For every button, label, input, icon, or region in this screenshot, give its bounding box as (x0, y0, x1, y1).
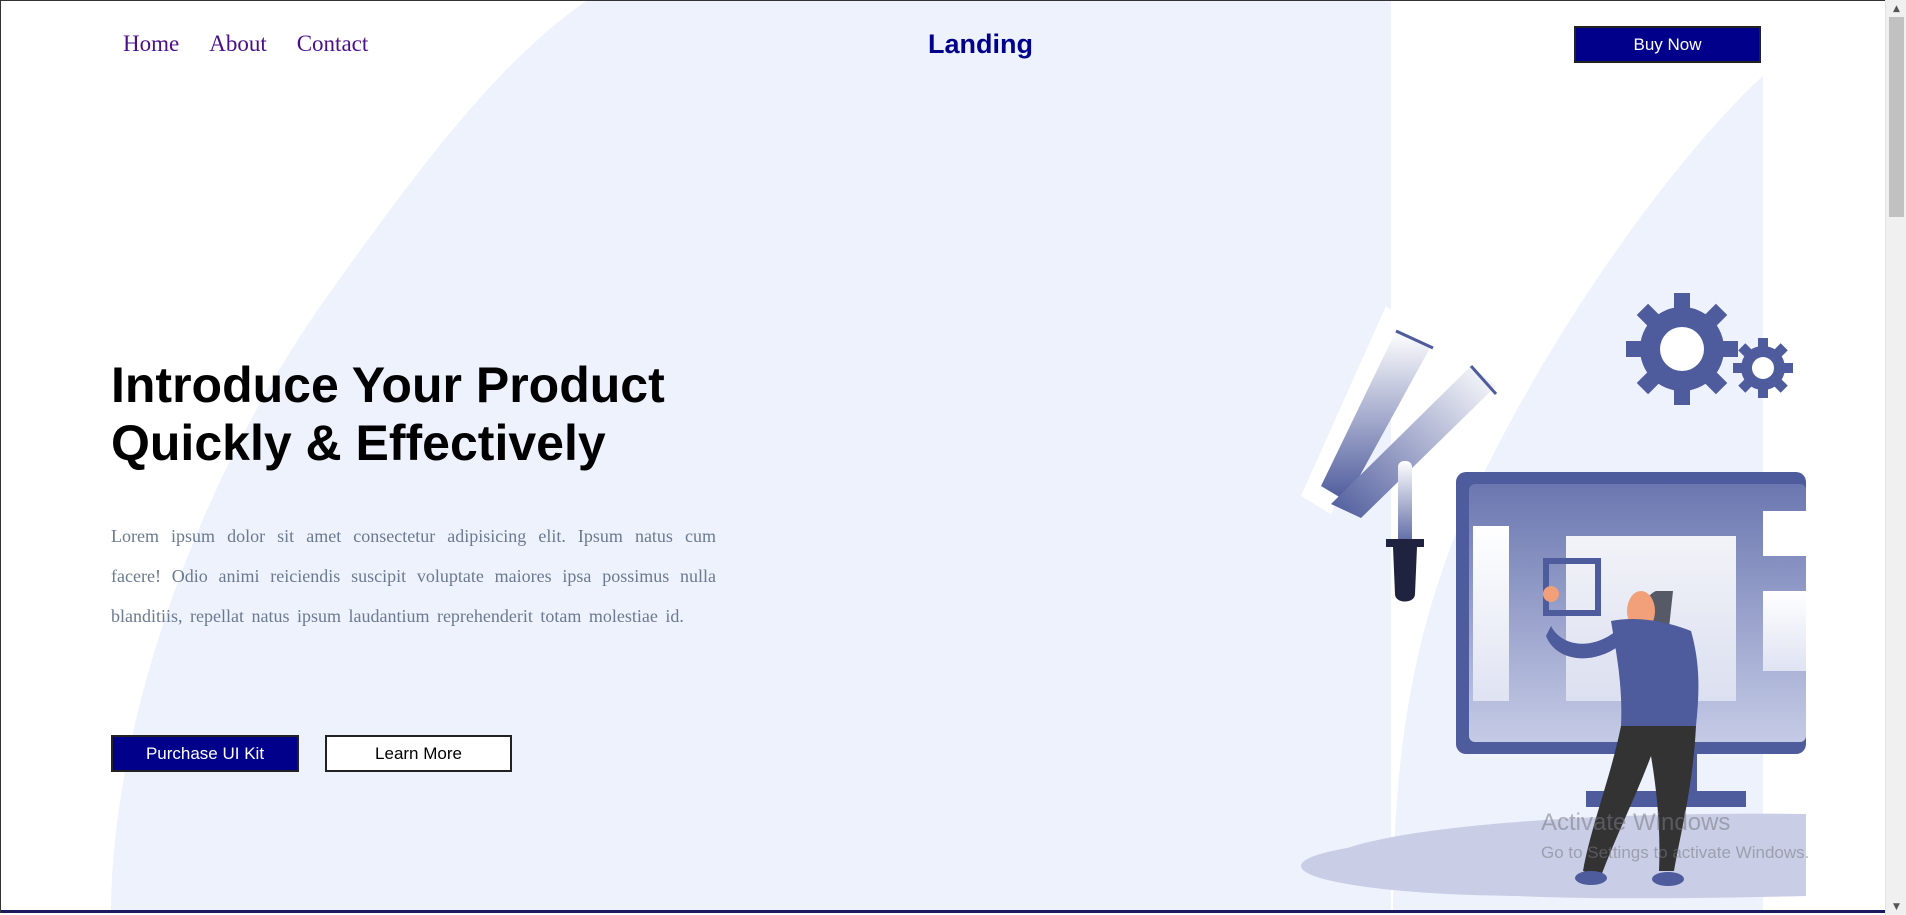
learn-more-button[interactable]: Learn More (325, 735, 512, 772)
watermark-subtitle: Go to Settings to activate Windows. (1541, 843, 1810, 862)
watermark-title: Activate Windows (1541, 809, 1731, 836)
scrollbar-thumb[interactable] (1889, 17, 1904, 217)
bottom-edge (1, 910, 1885, 913)
brand-logo[interactable]: Landing (928, 29, 1033, 60)
nav-link-home[interactable]: Home (123, 31, 179, 57)
nav-link-contact[interactable]: Contact (297, 31, 369, 57)
hero-title-line-2: Quickly & Effectively (111, 415, 606, 471)
hero-title: Introduce Your Product Quickly & Effecti… (111, 356, 751, 472)
hero-title-line-1: Introduce Your Product (111, 357, 665, 413)
scroll-down-arrow-icon[interactable]: ▼ (1886, 898, 1906, 915)
activate-windows-watermark: Activate Windows Go to Settings to activ… (1541, 809, 1809, 863)
hero-description: Lorem ipsum dolor sit amet consectetur a… (111, 526, 716, 626)
nav-link-about[interactable]: About (209, 31, 267, 57)
small-gear-icon (1733, 338, 1793, 398)
vertical-scrollbar[interactable]: ▲ ▼ (1885, 0, 1906, 915)
buy-now-button[interactable]: Buy Now (1574, 26, 1761, 63)
large-gear-icon (1626, 293, 1738, 405)
page-viewport: Home About Contact Landing Buy Now Intro… (0, 0, 1885, 913)
scroll-up-arrow-icon[interactable]: ▲ (1886, 0, 1906, 17)
purchase-ui-kit-button[interactable]: Purchase UI Kit (111, 735, 299, 772)
top-nav: Home About Contact (123, 31, 368, 57)
